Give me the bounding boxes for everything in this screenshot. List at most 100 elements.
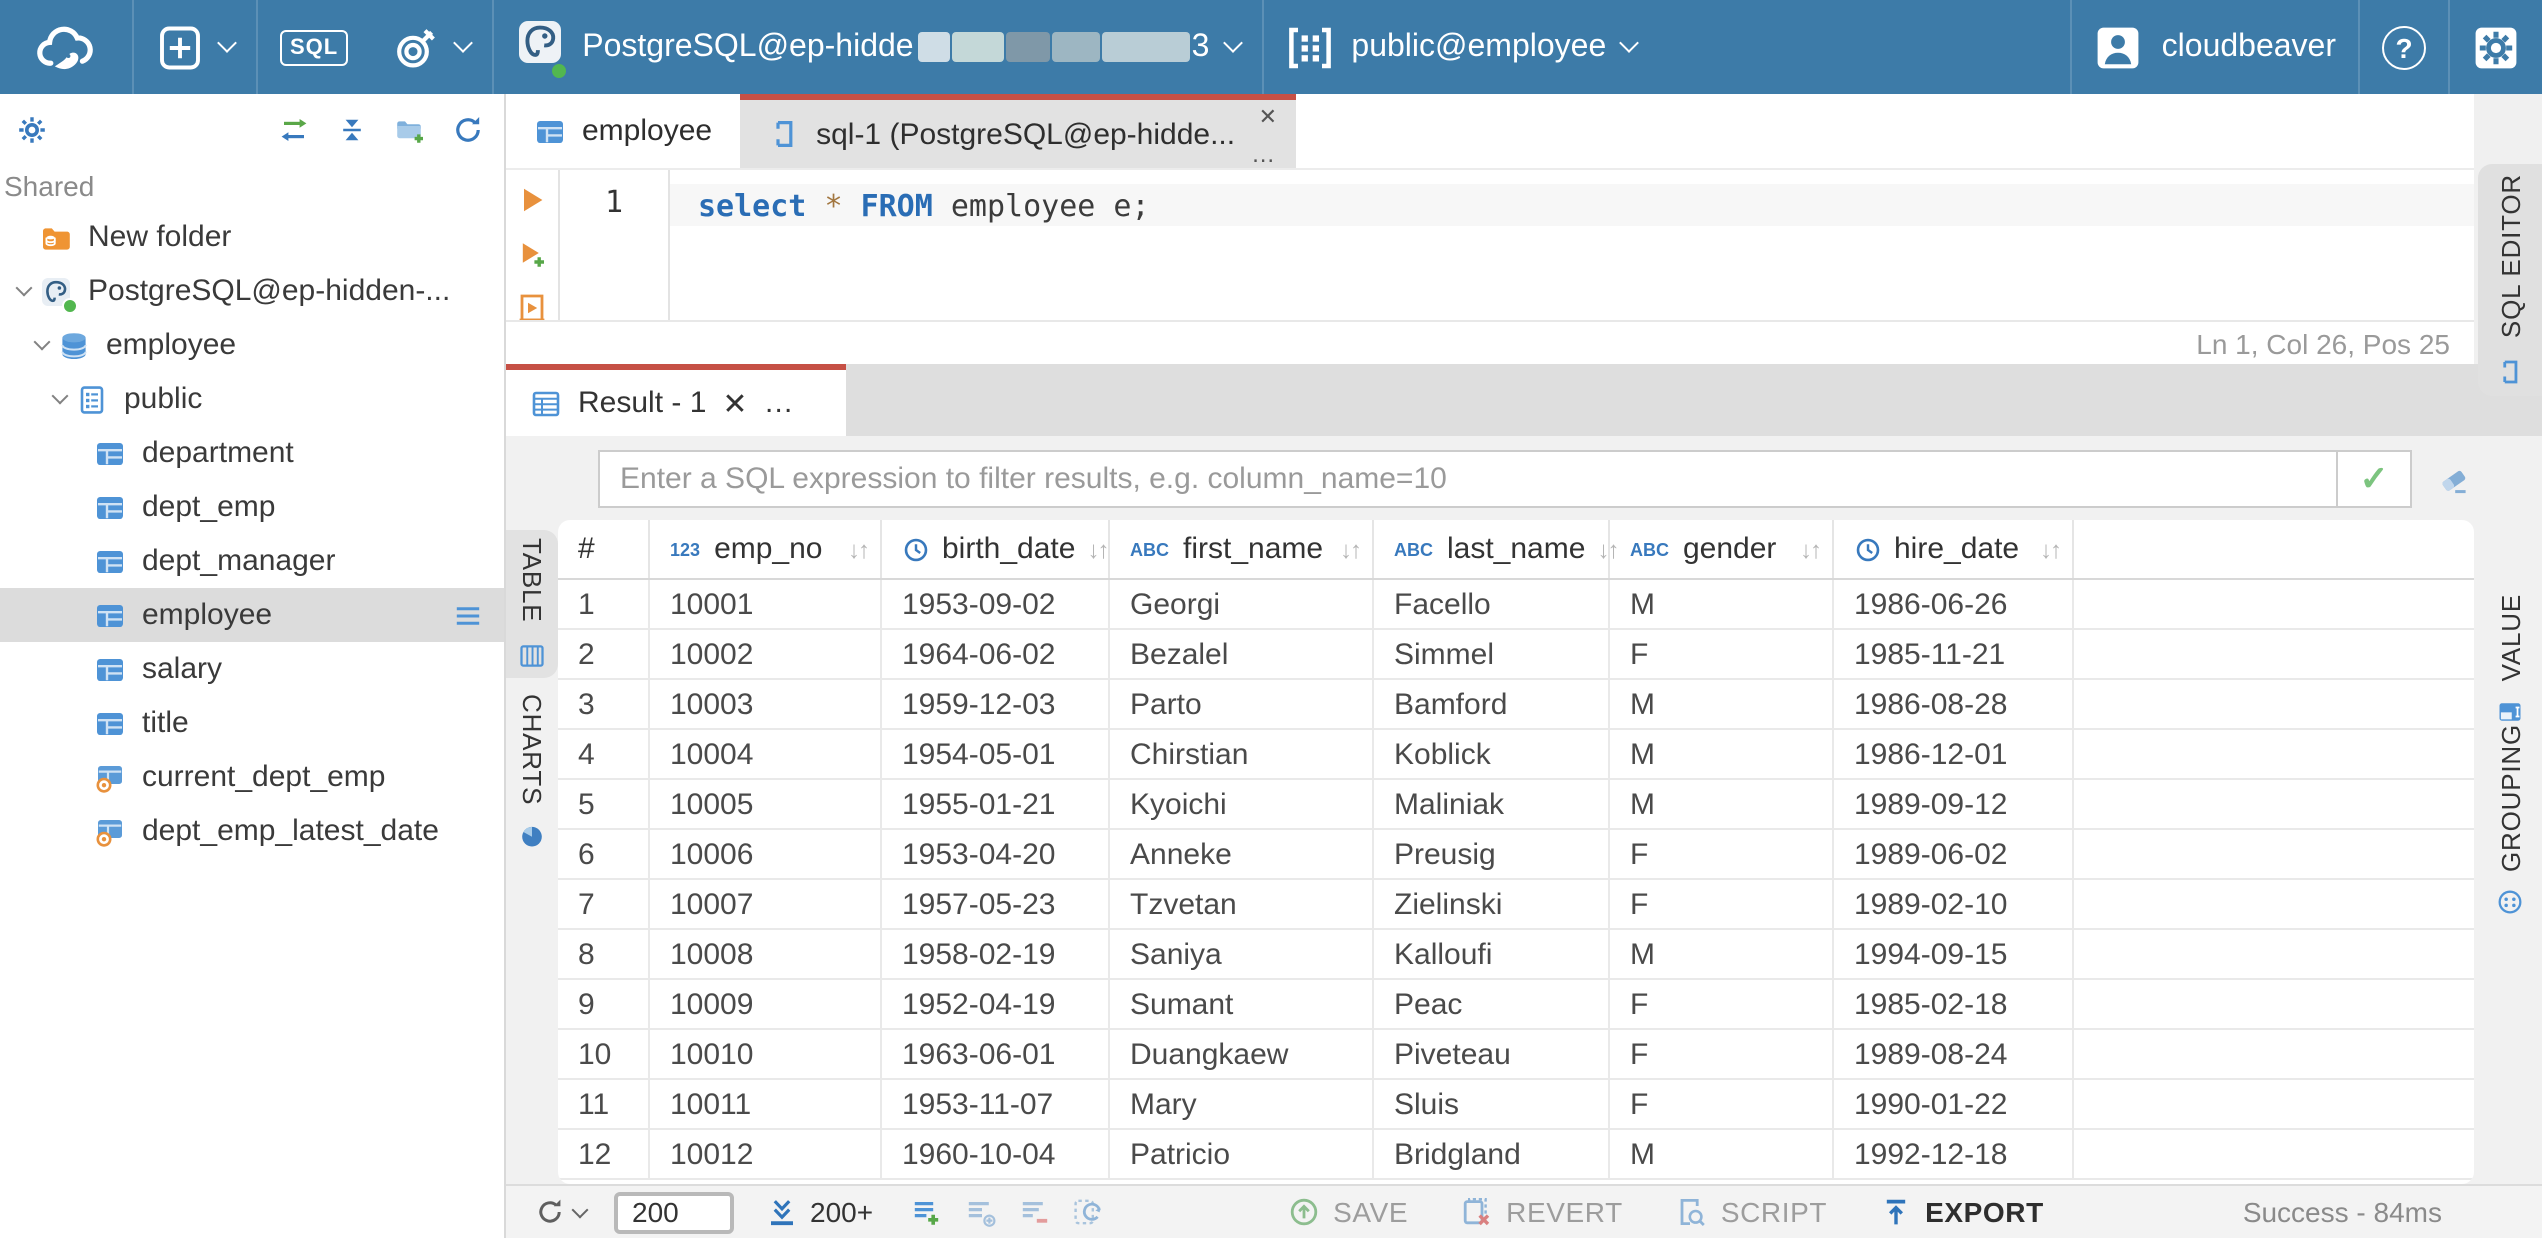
column-header-last_name[interactable]: ABC last_name ↓↑ bbox=[1374, 520, 1619, 578]
chevron-down-icon[interactable] bbox=[51, 387, 69, 405]
duplicate-row-button[interactable] bbox=[963, 1196, 995, 1228]
row-index-cell[interactable]: 3 bbox=[558, 680, 650, 728]
sort-icon[interactable]: ↓↑ bbox=[1328, 535, 1362, 563]
table-cell[interactable]: 1986-06-26 bbox=[1834, 580, 2074, 628]
settings-button[interactable] bbox=[2450, 0, 2542, 94]
table-cell[interactable]: 1989-02-10 bbox=[1834, 880, 2074, 928]
table-cell[interactable]: 1953-09-02 bbox=[882, 580, 1110, 628]
table-cell[interactable]: 10009 bbox=[650, 980, 882, 1028]
table-cell[interactable]: 10001 bbox=[650, 580, 882, 628]
table-cell[interactable]: 1989-06-02 bbox=[1834, 830, 2074, 878]
table-cell[interactable]: 10005 bbox=[650, 780, 882, 828]
table-cell[interactable]: 1954-05-01 bbox=[882, 730, 1110, 778]
table-cell[interactable]: 1964-06-02 bbox=[882, 630, 1110, 678]
tab-sql-editor-vertical[interactable]: SQL EDITOR bbox=[2478, 164, 2542, 396]
tab-table-view[interactable]: TABLE bbox=[506, 530, 558, 678]
app-logo[interactable] bbox=[0, 0, 132, 94]
table-cell[interactable]: F bbox=[1610, 880, 1834, 928]
table-cell[interactable]: 10006 bbox=[650, 830, 882, 878]
row-index-cell[interactable]: 2 bbox=[558, 630, 650, 678]
table-cell[interactable]: M bbox=[1610, 780, 1834, 828]
table-cell[interactable]: 1985-02-18 bbox=[1834, 980, 2074, 1028]
table-cell[interactable]: F bbox=[1610, 630, 1834, 678]
script-button[interactable]: SCRIPT bbox=[1675, 1196, 1827, 1228]
refresh-results-button[interactable] bbox=[534, 1196, 589, 1228]
collapse-all-icon[interactable] bbox=[336, 114, 368, 146]
column-header-emp_no[interactable]: 123 emp_no ↓↑ bbox=[650, 520, 882, 578]
connection-driver-button[interactable] bbox=[370, 0, 492, 94]
table-cell[interactable]: Georgi bbox=[1110, 580, 1374, 628]
table-cell[interactable]: M bbox=[1610, 580, 1834, 628]
table-cell[interactable]: Bamford bbox=[1374, 680, 1610, 728]
table-cell[interactable]: M bbox=[1610, 680, 1834, 728]
add-folder-icon[interactable] bbox=[394, 114, 426, 146]
tree-item-dept_emp[interactable]: dept_emp bbox=[0, 480, 504, 534]
table-cell[interactable]: F bbox=[1610, 1080, 1834, 1128]
row-index-cell[interactable]: 9 bbox=[558, 980, 650, 1028]
row-index-cell[interactable]: 4 bbox=[558, 730, 650, 778]
table-cell[interactable]: 1986-12-01 bbox=[1834, 730, 2074, 778]
table-cell[interactable]: Kyoichi bbox=[1110, 780, 1374, 828]
sort-icon[interactable]: ↓↑ bbox=[2028, 535, 2062, 563]
table-cell[interactable]: F bbox=[1610, 1030, 1834, 1078]
table-cell[interactable]: Preusig bbox=[1374, 830, 1610, 878]
table-cell[interactable]: F bbox=[1610, 980, 1834, 1028]
close-icon[interactable]: ✕ bbox=[1259, 104, 1277, 130]
help-button[interactable]: ? bbox=[2360, 0, 2448, 94]
tab-menu-icon[interactable]: … bbox=[1251, 140, 1277, 168]
table-cell[interactable]: 1990-01-22 bbox=[1834, 1080, 2074, 1128]
tree-item-postgresql-ep-hidden----[interactable]: PostgreSQL@ep-hidden-... bbox=[0, 264, 504, 318]
tree-item-current_dept_emp[interactable]: current_dept_emp bbox=[0, 750, 504, 804]
row-index-cell[interactable]: 8 bbox=[558, 930, 650, 978]
row-index-cell[interactable]: 11 bbox=[558, 1080, 650, 1128]
table-cell[interactable]: M bbox=[1610, 730, 1834, 778]
table-cell[interactable]: M bbox=[1610, 1130, 1834, 1178]
table-cell[interactable]: 10002 bbox=[650, 630, 882, 678]
tab-result-1[interactable]: Result - 1 ✕ … bbox=[506, 364, 846, 436]
fetch-size-input[interactable] bbox=[614, 1191, 734, 1233]
chevron-down-icon[interactable] bbox=[33, 333, 51, 351]
table-cell[interactable]: Peac bbox=[1374, 980, 1610, 1028]
table-cell[interactable]: 1989-08-24 bbox=[1834, 1030, 2074, 1078]
table-cell[interactable]: Facello bbox=[1374, 580, 1610, 628]
apply-filter-icon[interactable]: ✓ bbox=[2336, 452, 2410, 506]
column-header-gender[interactable]: ABC gender ↓↑ bbox=[1610, 520, 1834, 578]
context-menu-icon[interactable] bbox=[452, 599, 484, 631]
table-cell[interactable]: Chirstian bbox=[1110, 730, 1374, 778]
tree-item-department[interactable]: department bbox=[0, 426, 504, 480]
code-area[interactable]: select * FROM employee e; bbox=[670, 170, 2474, 320]
table-cell[interactable]: Zielinski bbox=[1374, 880, 1610, 928]
table-cell[interactable]: Patricio bbox=[1110, 1130, 1374, 1178]
table-cell[interactable]: Piveteau bbox=[1374, 1030, 1610, 1078]
execute-new-tab-icon[interactable] bbox=[516, 238, 548, 270]
auto-refresh-button[interactable] bbox=[1071, 1196, 1103, 1228]
table-cell[interactable]: Bezalel bbox=[1110, 630, 1374, 678]
tab-employee[interactable]: employee bbox=[506, 94, 740, 168]
execute-query-icon[interactable] bbox=[516, 184, 548, 216]
table-cell[interactable]: Kalloufi bbox=[1374, 930, 1610, 978]
row-index-cell[interactable]: 5 bbox=[558, 780, 650, 828]
table-cell[interactable]: 1952-04-19 bbox=[882, 980, 1110, 1028]
filter-input[interactable] bbox=[600, 452, 2336, 506]
table-cell[interactable]: 10010 bbox=[650, 1030, 882, 1078]
table-cell[interactable]: Parto bbox=[1110, 680, 1374, 728]
new-sql-editor-button[interactable]: SQL bbox=[258, 0, 370, 94]
revert-button[interactable]: REVERT bbox=[1460, 1196, 1623, 1228]
table-cell[interactable]: M bbox=[1610, 930, 1834, 978]
close-icon[interactable]: ✕ bbox=[722, 385, 747, 421]
row-index-cell[interactable]: 6 bbox=[558, 830, 650, 878]
row-index-cell[interactable]: 1 bbox=[558, 580, 650, 628]
sort-icon[interactable]: ↓↑ bbox=[1788, 535, 1822, 563]
table-cell[interactable]: 1986-08-28 bbox=[1834, 680, 2074, 728]
table-cell[interactable]: Sumant bbox=[1110, 980, 1374, 1028]
tree-item-employee[interactable]: employee bbox=[0, 588, 504, 642]
table-cell[interactable]: 1953-11-07 bbox=[882, 1080, 1110, 1128]
table-cell[interactable]: 1985-11-21 bbox=[1834, 630, 2074, 678]
table-cell[interactable]: Mary bbox=[1110, 1080, 1374, 1128]
refresh-tree-icon[interactable] bbox=[452, 114, 484, 146]
save-button[interactable]: SAVE bbox=[1287, 1196, 1408, 1228]
table-cell[interactable]: 10008 bbox=[650, 930, 882, 978]
table-cell[interactable]: 1953-04-20 bbox=[882, 830, 1110, 878]
column-header-hire_date[interactable]: hire_date ↓↑ bbox=[1834, 520, 2074, 578]
table-cell[interactable]: 1994-09-15 bbox=[1834, 930, 2074, 978]
